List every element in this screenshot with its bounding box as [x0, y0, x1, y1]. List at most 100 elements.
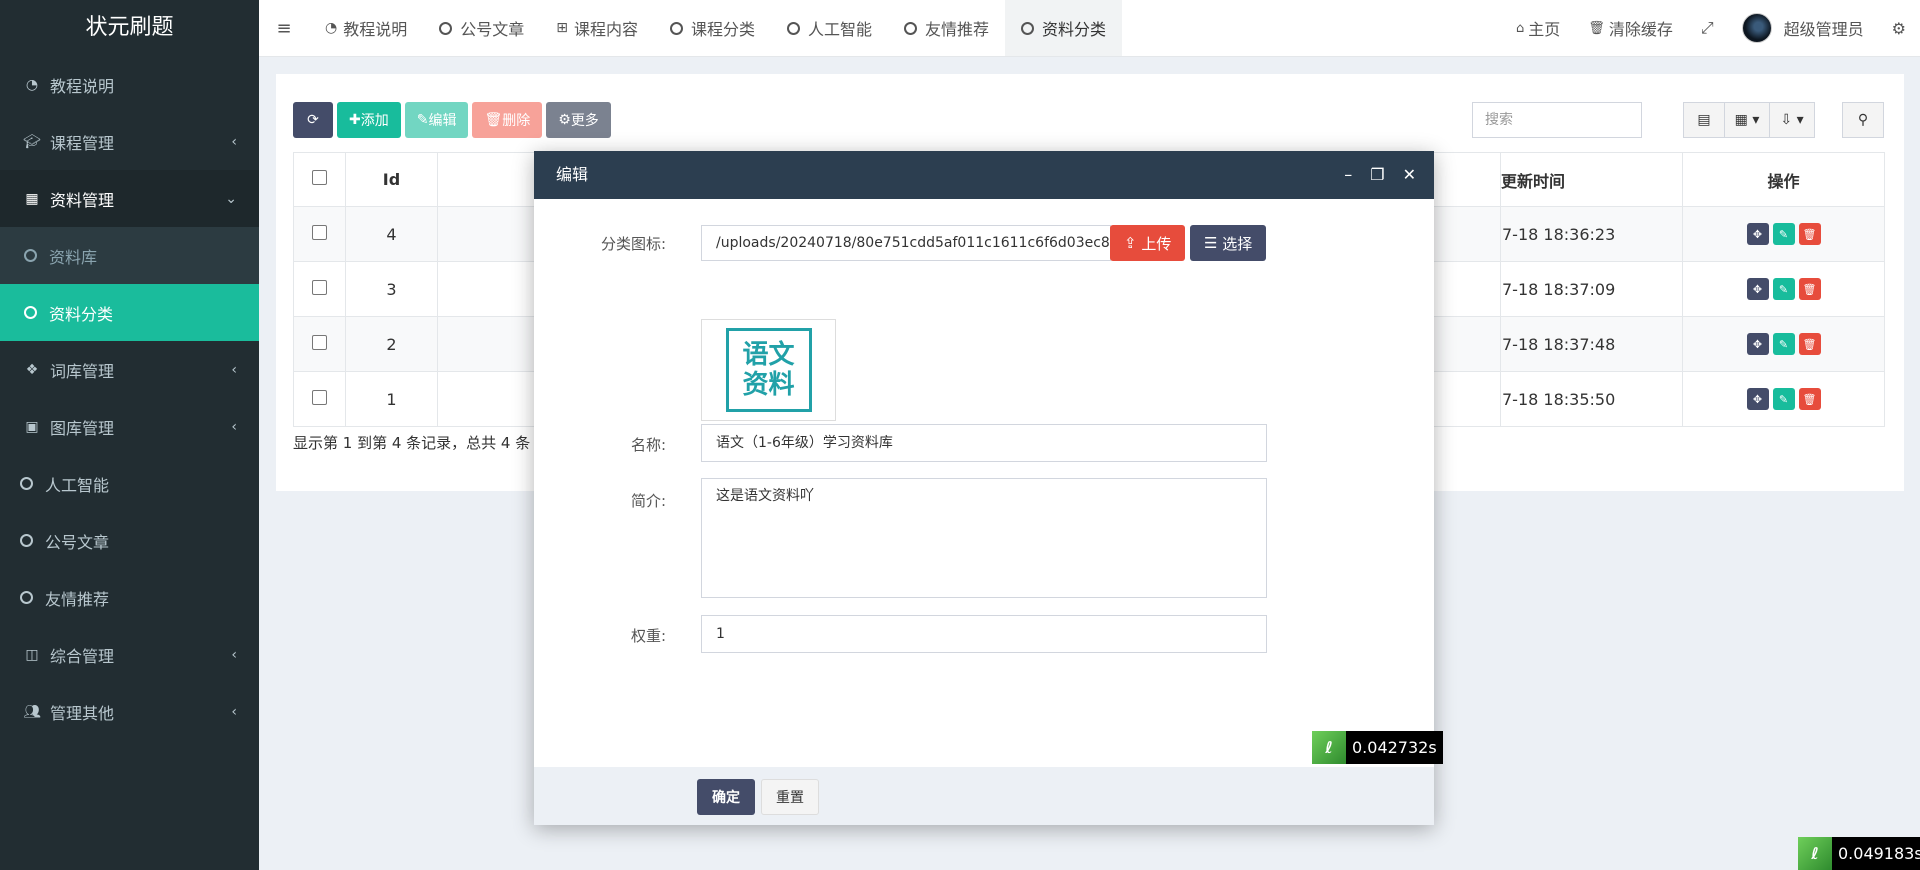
trash-icon: 🗑︎	[1588, 20, 1605, 36]
delete-button[interactable]: 🗑︎ 删除	[472, 102, 543, 138]
choose-button[interactable]: ☰ 选择	[1190, 225, 1267, 261]
circle-icon	[20, 591, 33, 604]
checkbox[interactable]	[312, 279, 327, 295]
delete-row-button[interactable]: 🗑︎	[1798, 333, 1821, 355]
fullscreen-icon[interactable]: ⤢	[1687, 18, 1728, 38]
user-menu[interactable]: 超级管理员	[1728, 13, 1878, 43]
row-updated: 7-18 18:36:23	[1500, 206, 1683, 262]
sidebar-item-general-manage[interactable]: ◫ 综合管理 ‹	[0, 626, 259, 683]
row-checkbox-cell[interactable]	[293, 371, 346, 427]
edit-row-button[interactable]: ✎	[1772, 278, 1795, 300]
minimize-icon[interactable]: –	[1344, 151, 1352, 199]
row-id: 4	[345, 206, 438, 262]
export-button[interactable]: ⇩ ▾	[1769, 102, 1815, 138]
sidebar-submenu: 资料库 资料分类	[0, 227, 259, 341]
sidebar: 状元刷题 ◔ 教程说明 🎓︎ 课程管理 ‹ ▦ 资料管理 ⌄ 资料库 资料分类 …	[0, 0, 259, 870]
sidebar-item-label: 资料库	[49, 247, 98, 267]
sidebar-item-label: 综合管理	[50, 646, 115, 666]
tab-label: 课程内容	[573, 20, 638, 39]
sidebar-item-tutorial[interactable]: ◔ 教程说明	[0, 56, 259, 113]
maximize-icon[interactable]: ❐	[1370, 151, 1384, 199]
delete-row-button[interactable]: 🗑︎	[1798, 388, 1821, 410]
search-icon: ⚲	[1857, 112, 1869, 128]
drag-icon[interactable]: ✥	[1746, 333, 1769, 355]
col-id[interactable]: Id	[345, 152, 438, 207]
edit-row-button[interactable]: ✎	[1772, 223, 1795, 245]
add-label: 添加	[360, 113, 389, 129]
sidebar-item-material-category[interactable]: 资料分类	[0, 284, 259, 341]
windows-icon: ▦	[25, 190, 39, 207]
select-all-cell[interactable]	[293, 152, 346, 207]
tab-course-content[interactable]: ⊞ 课程内容	[540, 0, 654, 56]
icon-path-input[interactable]: /uploads/20240718/80e751cdd5af011c1611c6…	[701, 225, 1111, 261]
more-button[interactable]: ⚙ 更多	[546, 102, 611, 138]
drag-icon[interactable]: ✥	[1746, 223, 1769, 245]
toggle-view-button[interactable]: ▤	[1683, 102, 1725, 138]
delete-row-button[interactable]: 🗑︎	[1798, 223, 1821, 245]
tab-material-category[interactable]: 资料分类	[1005, 0, 1123, 56]
drag-icon[interactable]: ✥	[1746, 388, 1769, 410]
search-button[interactable]: ⚲	[1842, 102, 1884, 138]
dashboard-icon: ◔	[25, 76, 39, 93]
col-ops: 操作	[1682, 152, 1885, 207]
sidebar-item-image-manage[interactable]: ▣ 图库管理 ‹	[0, 398, 259, 455]
tab-tutorial[interactable]: ◔ 教程说明	[309, 0, 423, 56]
sidebar-item-friend-links[interactable]: 友情推荐	[0, 569, 259, 626]
tab-ai[interactable]: 人工智能	[771, 0, 888, 56]
close-icon[interactable]: ✕	[1403, 151, 1416, 199]
edit-button[interactable]: ✎ 编辑	[404, 102, 469, 138]
th-icon: ▦ ▾	[1734, 112, 1760, 128]
row-checkbox-cell[interactable]	[293, 206, 346, 262]
tab-friend-links[interactable]: 友情推荐	[888, 0, 1005, 56]
edit-row-button[interactable]: ✎	[1772, 333, 1795, 355]
intro-textarea[interactable]: 这是语文资料吖	[701, 478, 1267, 598]
tab-articles[interactable]: 公号文章	[423, 0, 540, 56]
circle-icon	[904, 21, 918, 35]
dialog-header[interactable]: 编辑 – ❐ ✕	[534, 151, 1434, 199]
home-link[interactable]: ⌂ 主页	[1502, 16, 1574, 40]
menu-toggle-icon[interactable]: ≡	[259, 18, 309, 39]
chevron-left-icon: ‹	[231, 703, 237, 720]
checkbox[interactable]	[312, 389, 327, 405]
sidebar-item-material-manage[interactable]: ▦ 资料管理 ⌄	[0, 170, 259, 227]
export-icon: ⇩ ▾	[1780, 112, 1804, 128]
col-updated[interactable]: 更新时间	[1500, 152, 1683, 207]
brand-logo[interactable]: 状元刷题	[0, 0, 259, 56]
row-checkbox-cell[interactable]	[293, 316, 346, 372]
sidebar-item-material-library[interactable]: 资料库	[0, 227, 259, 284]
delete-row-button[interactable]: 🗑︎	[1798, 278, 1821, 300]
sidebar-item-word-manage[interactable]: ❖ 词库管理 ‹	[0, 341, 259, 398]
checkbox[interactable]	[312, 334, 327, 350]
graduation-cap-icon: 🎓︎	[23, 133, 41, 150]
weight-input[interactable]: 1	[701, 615, 1267, 653]
reset-button[interactable]: 重置	[761, 779, 819, 815]
drag-icon[interactable]: ✥	[1746, 278, 1769, 300]
row-checkbox-cell[interactable]	[293, 261, 346, 317]
clear-cache-link[interactable]: 🗑︎ 清除缓存	[1574, 16, 1687, 40]
confirm-button[interactable]: 确定	[697, 779, 755, 815]
sidebar-item-articles[interactable]: 公号文章	[0, 512, 259, 569]
refresh-button[interactable]: ⟳	[293, 102, 333, 138]
row-updated: 7-18 18:37:09	[1500, 261, 1683, 317]
search-input[interactable]: 搜索	[1472, 102, 1642, 138]
sidebar-item-course-manage[interactable]: 🎓︎ 课程管理 ‹	[0, 113, 259, 170]
chevron-left-icon: ‹	[231, 418, 237, 435]
checkbox[interactable]	[312, 170, 327, 185]
sidebar-item-label: 词库管理	[50, 361, 115, 381]
sidebar-item-label: 资料分类	[49, 304, 114, 324]
tab-label: 公号文章	[460, 20, 525, 39]
sidebar-item-label: 教程说明	[50, 76, 115, 96]
edit-label: 编辑	[428, 113, 457, 129]
sidebar-item-other-manage[interactable]: 👥︎ 管理其他 ‹	[0, 683, 259, 740]
name-input[interactable]: 语文（1-6年级）学习资料库	[701, 424, 1267, 462]
checkbox[interactable]	[312, 224, 327, 240]
upload-button[interactable]: ⇪ 上传	[1110, 225, 1186, 261]
tab-course-category[interactable]: 课程分类	[654, 0, 771, 56]
icon-preview[interactable]: 语文 资料	[701, 319, 836, 421]
add-button[interactable]: ✚ 添加	[337, 102, 401, 138]
edit-row-button[interactable]: ✎	[1772, 388, 1795, 410]
columns-button[interactable]: ▦ ▾	[1724, 102, 1770, 138]
gears-icon[interactable]: ⚙	[1878, 19, 1920, 38]
name-label: 名称:	[630, 436, 666, 454]
sidebar-item-ai[interactable]: 人工智能	[0, 455, 259, 512]
